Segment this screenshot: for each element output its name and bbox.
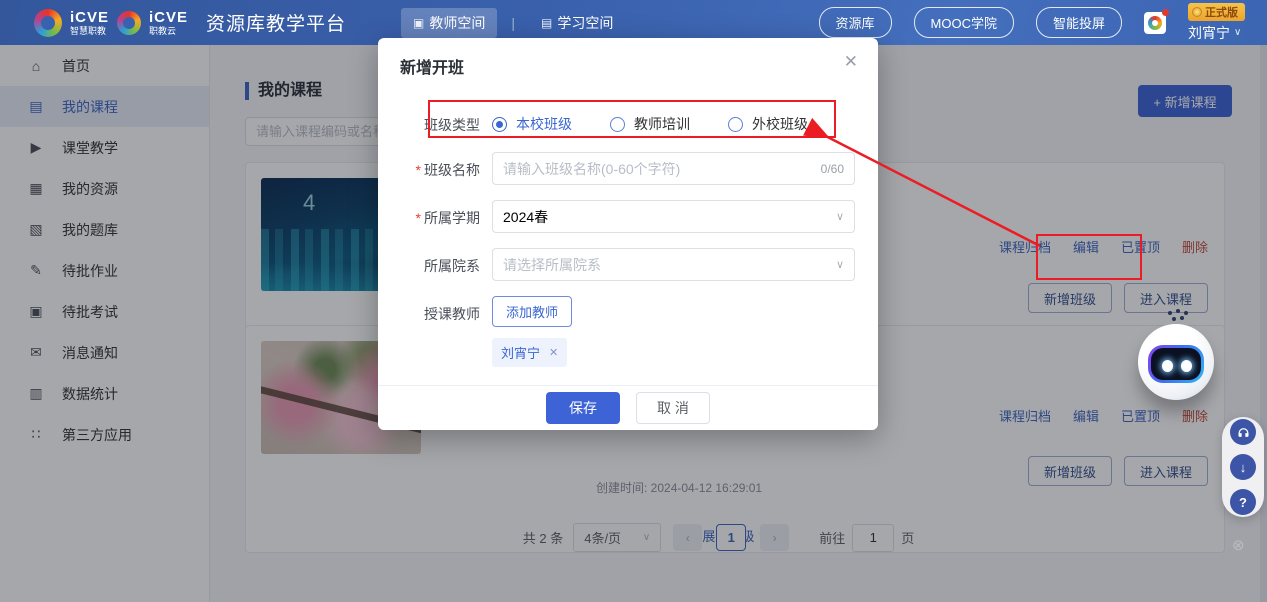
robot-eye-right — [1181, 360, 1192, 372]
close-icon[interactable]: ✕ — [844, 52, 858, 72]
icve-logo-text: iCVE 智慧职教 — [70, 10, 109, 36]
radio-selected-icon — [492, 117, 507, 132]
modal-title: 新增开班 — [400, 54, 464, 78]
class-name-input[interactable] — [503, 161, 813, 177]
floating-help-toolbar: ↓ ? — [1222, 417, 1264, 517]
required-asterisk: * — [416, 210, 421, 226]
teacher-tag: 刘宵宁 ✕ — [492, 338, 567, 367]
add-teacher-button[interactable]: 添加教师 — [492, 296, 572, 327]
teacher-space-icon: ▣ — [413, 16, 424, 30]
nav-separator: | — [511, 15, 515, 31]
customer-service-icon[interactable] — [1230, 419, 1256, 445]
radio-unselected-icon — [728, 117, 743, 132]
chevron-down-icon: ∨ — [836, 210, 844, 223]
cancel-button[interactable]: 取 消 — [636, 392, 710, 424]
robot-antenna-dots-icon — [1168, 311, 1172, 315]
required-asterisk: * — [416, 162, 421, 178]
icve-cloud-logo-text: iCVE 职教云 — [149, 10, 188, 36]
resource-library-button[interactable]: 资源库 — [819, 7, 892, 38]
class-type-radio-group: 本校班级 教师培训 外校班级 — [492, 114, 808, 134]
smart-cast-button[interactable]: 智能投屏 — [1036, 7, 1122, 38]
download-icon[interactable]: ↓ — [1230, 454, 1256, 480]
app-shortcut-icon[interactable] — [1144, 12, 1166, 34]
space-nav: ▣ 教师空间 | ▤ 学习空间 — [401, 8, 625, 38]
semester-select[interactable]: 2024春 ∨ — [492, 200, 855, 233]
icve-zhihuizhijiao-logo-icon — [34, 9, 62, 37]
robot-eye-left — [1162, 360, 1173, 372]
user-name[interactable]: 刘宵宁 ∨ — [1188, 23, 1241, 43]
header-right: 资源库 MOOC学院 智能投屏 正式版 刘宵宁 ∨ — [819, 3, 1267, 43]
brand-area: iCVE 智慧职教 iCVE 职教云 资源库教学平台 — [0, 9, 346, 37]
radio-teacher-training[interactable]: 教师培训 — [610, 114, 690, 134]
add-class-modal: 新增开班 ✕ 班级类型 本校班级 教师培训 外校班级 *班级名称 — [378, 38, 878, 430]
learning-space-icon: ▤ — [541, 16, 552, 30]
chevron-down-icon: ∨ — [836, 258, 844, 271]
robot-face — [1148, 345, 1204, 383]
platform-title: 资源库教学平台 — [206, 9, 346, 36]
save-button[interactable]: 保存 — [546, 392, 620, 424]
help-icon[interactable]: ? — [1230, 489, 1256, 515]
radio-external-school-class[interactable]: 外校班级 — [728, 114, 808, 134]
icve-mini-logo-icon — [1148, 16, 1162, 30]
icve-zhijiaoyun-logo-icon — [117, 11, 141, 35]
radio-unselected-icon — [610, 117, 625, 132]
nav-teacher-space[interactable]: ▣ 教师空间 — [401, 8, 497, 38]
department-select[interactable]: 请选择所属院系 ∨ — [492, 248, 855, 281]
modal-footer: 保存 取 消 — [378, 385, 878, 430]
remove-teacher-icon[interactable]: ✕ — [549, 346, 558, 359]
class-name-field: 0/60 — [492, 152, 855, 185]
char-counter: 0/60 — [821, 162, 844, 176]
nav-learning-space[interactable]: ▤ 学习空间 — [529, 8, 625, 38]
version-badge: 正式版 — [1188, 3, 1245, 21]
medal-icon — [1192, 7, 1202, 17]
mooc-college-button[interactable]: MOOC学院 — [914, 7, 1014, 38]
headset-glyph — [1236, 425, 1251, 440]
user-block[interactable]: 正式版 刘宵宁 ∨ — [1188, 3, 1245, 43]
notification-dot — [1162, 9, 1169, 16]
class-type-row: 班级类型 本校班级 教师培训 外校班级 — [378, 114, 878, 132]
assistant-robot-mascot[interactable] — [1138, 324, 1214, 400]
radio-own-school-class[interactable]: 本校班级 — [492, 114, 572, 134]
app-window: iCVE 智慧职教 iCVE 职教云 资源库教学平台 ▣ 教师空间 | ▤ 学习… — [0, 0, 1267, 602]
user-chevron-down-icon: ∨ — [1234, 27, 1241, 38]
toolbar-close-icon[interactable]: ⊗ — [1232, 536, 1245, 554]
